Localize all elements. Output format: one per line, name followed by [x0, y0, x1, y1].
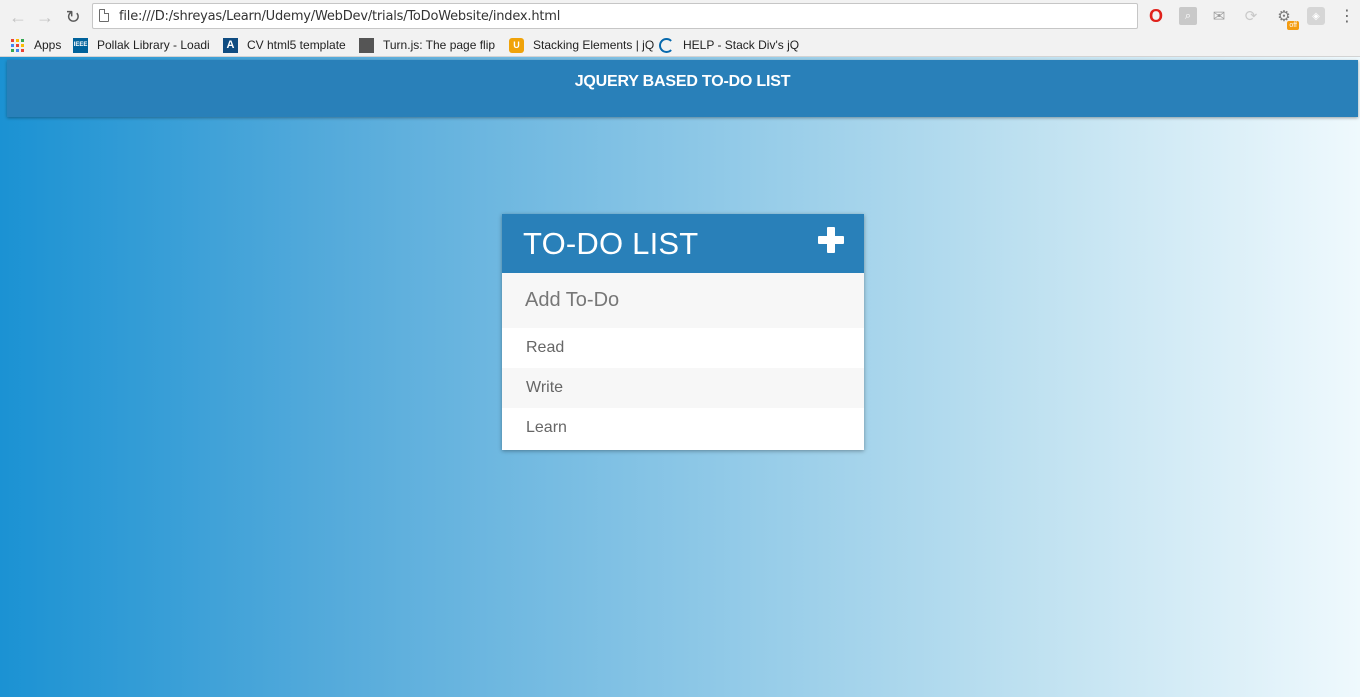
todo-item[interactable]: Learn: [502, 408, 864, 448]
bookmark-stack-help[interactable]: HELP - Stack Div's jQ: [659, 37, 799, 53]
reload-button[interactable]: ↻: [62, 6, 84, 28]
bookmark-label: CV html5 template: [247, 38, 346, 52]
browser-menu-icon[interactable]: ⋮: [1338, 7, 1356, 25]
browser-toolbar: ← → ↻ file:///D:/shreyas/Learn/Udemy/Web…: [0, 0, 1360, 33]
page-body: JQUERY BASED TO-DO LIST TO-DO LIST Read …: [0, 57, 1360, 697]
app-header: JQUERY BASED TO-DO LIST: [7, 60, 1358, 117]
turnjs-icon: [359, 37, 374, 53]
page-title: JQUERY BASED TO-DO LIST: [574, 72, 791, 90]
forward-button[interactable]: →: [34, 6, 56, 28]
jquery-icon: [659, 37, 674, 53]
bookmark-turnjs[interactable]: Turn.js: The page flip: [359, 37, 495, 53]
bookmark-label: Apps: [34, 38, 62, 52]
ieee-icon: IEEE: [73, 37, 88, 53]
todo-item[interactable]: Read: [502, 328, 864, 368]
extension-icon[interactable]: ◈: [1307, 7, 1325, 25]
bookmark-pollak-library[interactable]: IEEE Pollak Library - Loadi: [73, 37, 210, 53]
bookmark-cv-template[interactable]: A CV html5 template: [223, 37, 346, 53]
bookmark-apps[interactable]: Apps: [11, 37, 61, 53]
sync-icon[interactable]: ⟳: [1242, 7, 1260, 25]
bot-icon[interactable]: ⚙ off: [1275, 7, 1299, 30]
bookmarks-bar: Apps IEEE Pollak Library - Loadi A CV ht…: [0, 33, 1360, 57]
plus-icon[interactable]: [818, 227, 844, 253]
opera-icon[interactable]: O: [1147, 6, 1165, 26]
back-button[interactable]: ←: [7, 6, 29, 28]
address-bar[interactable]: file:///D:/shreyas/Learn/Udemy/WebDev/tr…: [92, 3, 1138, 29]
url-text[interactable]: file:///D:/shreyas/Learn/Udemy/WebDev/tr…: [119, 9, 560, 24]
off-badge: off: [1287, 21, 1299, 30]
bookmark-stacking-elements[interactable]: U Stacking Elements | jQ: [509, 37, 654, 53]
pdf-icon[interactable]: ⌕: [1179, 7, 1197, 25]
todo-list: Read Write Learn: [502, 328, 864, 448]
bookmark-label: Pollak Library - Loadi: [97, 38, 210, 52]
bookmark-label: Stacking Elements | jQ: [533, 38, 655, 52]
page-icon: [99, 9, 109, 22]
bookmark-label: HELP - Stack Div's jQ: [683, 38, 800, 52]
bookmark-label: Turn.js: The page flip: [383, 38, 496, 52]
stacking-elements-icon: U: [509, 37, 524, 53]
todo-header: TO-DO LIST: [502, 214, 864, 273]
todo-card: TO-DO LIST Read Write Learn: [502, 214, 864, 450]
add-todo-input[interactable]: [502, 273, 864, 328]
todo-title: TO-DO LIST: [523, 225, 699, 261]
mail-icon[interactable]: ✉: [1210, 7, 1228, 25]
cv-template-icon: A: [223, 37, 238, 53]
todo-item[interactable]: Write: [502, 368, 864, 408]
apps-grid-icon: [11, 38, 24, 52]
